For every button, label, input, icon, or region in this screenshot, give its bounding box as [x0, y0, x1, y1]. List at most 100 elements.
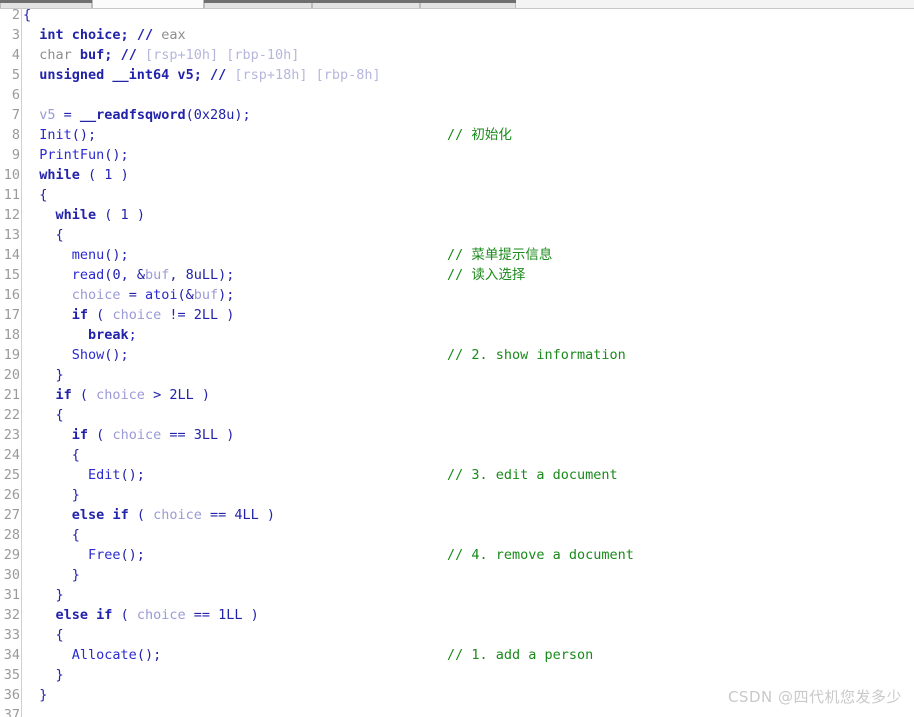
user-comment[interactable]: // 菜单提示信息: [447, 245, 552, 265]
line-number: 9: [11, 147, 20, 163]
code-token: ==: [201, 507, 235, 523]
code-token: Show: [71, 347, 105, 363]
user-comment[interactable]: // 2. show information: [447, 345, 626, 365]
code-line[interactable]: break;: [23, 325, 137, 345]
code-token: //: [120, 47, 145, 63]
code-token: ): [258, 507, 276, 523]
code-token: ): [128, 207, 145, 223]
code-line[interactable]: {: [23, 625, 64, 645]
code-token: }: [23, 367, 64, 383]
code-line[interactable]: if ( choice != 2LL ): [23, 305, 235, 325]
code-line[interactable]: unsigned __int64 v5; // [rsp+18h] [rbp-8…: [23, 65, 380, 85]
line-number: 32: [3, 607, 20, 623]
pseudocode-editor[interactable]: 2 3 4 5 6 7 8 9 10 11 12 13 14 15 16 17 18 19 20 21 22 23 24 25…: [0, 9, 914, 717]
code-token: >: [144, 387, 170, 403]
code-token: choice: [136, 607, 186, 623]
line-number: 3: [11, 27, 20, 43]
code-line[interactable]: Edit();: [23, 465, 145, 485]
tab-strip[interactable]: [0, 0, 914, 9]
tab-top-edge: [204, 0, 312, 3]
code-line[interactable]: {: [23, 225, 64, 245]
code-line[interactable]: {: [23, 9, 31, 25]
code-line[interactable]: while ( 1 ): [23, 205, 145, 225]
code-token: choice: [71, 287, 121, 303]
code-token: choice: [112, 307, 162, 323]
code-token: (&: [177, 287, 194, 303]
code-line[interactable]: else if ( choice == 1LL ): [23, 605, 259, 625]
code-token: ==: [161, 427, 194, 443]
code-line[interactable]: Show();: [23, 345, 129, 365]
code-token: {: [23, 407, 64, 423]
code-token: (: [185, 107, 194, 123]
code-line[interactable]: }: [23, 665, 64, 685]
code-line[interactable]: read(0, &buf, 8uLL);: [23, 265, 235, 285]
code-line[interactable]: char buf; // [rsp+10h] [rbp-10h]: [23, 45, 299, 65]
user-comment[interactable]: // 4. remove a document: [447, 545, 634, 565]
user-comment[interactable]: // 3. edit a document: [447, 465, 618, 485]
code-line[interactable]: {: [23, 405, 64, 425]
line-number: 5: [11, 67, 20, 83]
code-line[interactable]: if ( choice > 2LL ): [23, 385, 210, 405]
line-number: 8: [11, 127, 20, 143]
tab-top-edge: [420, 0, 516, 3]
user-comment[interactable]: // 1. add a person: [447, 645, 593, 665]
code-line[interactable]: {: [23, 185, 47, 205]
line-number: 15: [3, 267, 20, 283]
code-line[interactable]: PrintFun();: [23, 145, 128, 165]
code-line[interactable]: {: [23, 445, 80, 465]
code-token: ,: [169, 267, 186, 283]
user-comment[interactable]: // 读入选择: [447, 265, 525, 285]
code-token: PrintFun: [39, 147, 105, 163]
code-token: 1: [120, 207, 129, 223]
code-line[interactable]: while ( 1 ): [23, 165, 128, 185]
code-token: 0: [112, 267, 121, 283]
code-line[interactable]: v5 = __readfsqword(0x28u);: [23, 105, 250, 125]
line-number: 24: [3, 447, 20, 463]
code-line[interactable]: }: [23, 685, 47, 705]
line-number: 4: [11, 47, 20, 63]
code-area[interactable]: { int choice; // eax char buf; // [rsp+1…: [23, 9, 914, 717]
code-token: [rsp+10h] [rbp-10h]: [144, 47, 300, 63]
code-token: (: [88, 307, 113, 323]
code-token: unsigned __int64 v5;: [39, 67, 210, 83]
line-number: 18: [3, 327, 20, 343]
code-token: eax: [161, 27, 186, 43]
code-token: );: [218, 267, 235, 283]
code-token: ): [193, 387, 210, 403]
code-line[interactable]: }: [23, 485, 80, 505]
line-number: 19: [3, 347, 20, 363]
code-line[interactable]: Allocate();: [23, 645, 161, 665]
code-line[interactable]: {: [23, 525, 80, 545]
code-line[interactable]: menu();: [23, 245, 129, 265]
code-token: {: [23, 527, 80, 543]
line-number: 37: [3, 707, 20, 717]
code-token: break: [88, 327, 129, 343]
line-number: 23: [3, 427, 20, 443]
code-token: }: [23, 667, 64, 683]
code-line[interactable]: }: [23, 585, 64, 605]
line-number: 36: [3, 687, 20, 703]
code-line[interactable]: else if ( choice == 4LL ): [23, 505, 275, 525]
code-line[interactable]: Free();: [23, 545, 145, 565]
line-number: 16: [3, 287, 20, 303]
code-line[interactable]: Init();: [23, 125, 96, 145]
code-token: {: [23, 9, 32, 23]
code-line[interactable]: if ( choice == 3LL ): [23, 425, 235, 445]
code-token: choice: [96, 387, 145, 403]
code-line[interactable]: }: [23, 365, 64, 385]
code-line[interactable]: }: [23, 565, 80, 585]
code-line[interactable]: int choice; // eax: [23, 25, 186, 45]
user-comment[interactable]: // 初始化: [447, 125, 512, 145]
code-token: 1LL: [218, 607, 243, 623]
code-token: ): [242, 607, 259, 623]
code-line[interactable]: choice = atoi(&buf);: [23, 285, 235, 305]
code-token: if: [71, 307, 89, 323]
line-number: 22: [3, 407, 20, 423]
tab-pseudocode-a[interactable]: [92, 0, 204, 8]
